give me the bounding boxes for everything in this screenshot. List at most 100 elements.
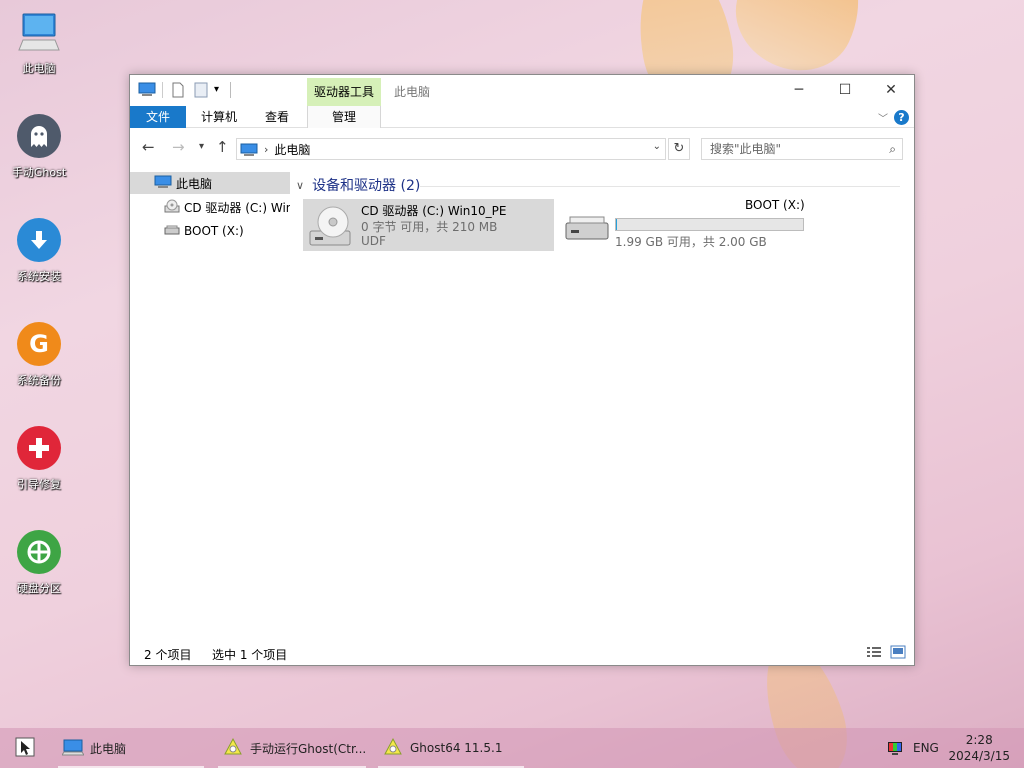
start-button[interactable]: [0, 728, 50, 768]
cd-drive-icon: [164, 199, 180, 216]
navigation-bar: ← → ▾ ↑ › 此电脑 ⌄ ↻ 搜索"此电脑" ⌕: [130, 129, 914, 165]
address-history-chevron-icon[interactable]: ⌄: [653, 141, 661, 152]
explorer-window: ▾ 驱动器工具 此电脑 ─ ☐ ✕ 文件 计算机 查看 管理 ﹀ ? ← → ▾…: [129, 74, 915, 666]
desktop-icon-label: 引导修复: [17, 478, 61, 491]
refresh-button[interactable]: ↻: [668, 138, 690, 160]
cd-drive-icon: [307, 205, 353, 250]
taskbar-item-this-pc[interactable]: 此电脑: [56, 728, 206, 768]
desktop-icon-boot-repair[interactable]: 引导修复: [8, 426, 70, 492]
drive-filesystem-text: UDF: [361, 234, 386, 248]
taskbar: 此电脑 手动运行Ghost(Ctr... Ghost64 11.5.1 ENG …: [0, 728, 1024, 768]
up-arrow-icon[interactable]: ↑: [216, 138, 229, 156]
input-language-indicator[interactable]: ENG: [913, 728, 939, 768]
clock-date: 2024/3/15: [948, 749, 1010, 763]
search-placeholder: 搜索"此电脑": [710, 142, 782, 156]
taskbar-item-label: 此电脑: [90, 741, 127, 756]
search-input[interactable]: 搜索"此电脑" ⌕: [701, 138, 903, 160]
window-title: 此电脑: [394, 85, 431, 99]
tab-manage[interactable]: 管理: [307, 106, 381, 128]
ghost-icon: [17, 114, 61, 158]
customize-qa-dropdown-icon[interactable]: ▾: [214, 84, 219, 100]
title-bar: ▾ 驱动器工具 此电脑 ─ ☐ ✕: [130, 75, 914, 106]
qa-separator: [162, 82, 163, 98]
close-button[interactable]: ✕: [868, 75, 914, 105]
desktop-icon-manual-ghost[interactable]: 手动Ghost: [8, 114, 70, 180]
tab-file[interactable]: 文件: [130, 106, 186, 128]
status-selected-count: 选中 1 个项目: [212, 648, 288, 662]
nav-item-label: 此电脑: [176, 176, 213, 191]
backup-g-icon: G: [17, 322, 61, 366]
computer-icon: [154, 175, 172, 191]
details-view-icon[interactable]: [866, 645, 882, 662]
nav-item-label: CD 驱动器 (C:) Win: [184, 200, 290, 215]
collapse-chevron-icon[interactable]: ∨: [296, 179, 304, 192]
breadcrumb-chevron-icon[interactable]: ›: [264, 143, 268, 156]
repair-plus-icon: [17, 426, 61, 470]
taskbar-item-ghost64[interactable]: Ghost64 11.5.1: [376, 728, 526, 768]
maximize-button[interactable]: ☐: [822, 75, 868, 105]
computer-icon: [17, 10, 61, 54]
properties-icon[interactable]: [194, 82, 208, 98]
taskbar-item-label: 手动运行Ghost(Ctr...: [250, 741, 367, 756]
drive-icon: [564, 215, 610, 244]
desktop-icon-label: 手动Ghost: [11, 166, 67, 179]
drive-usage-bar: [615, 218, 804, 231]
drive-usage-fill: [616, 219, 617, 230]
desktop-icon-label: 此电脑: [22, 62, 56, 75]
tab-view[interactable]: 查看: [252, 106, 302, 128]
desktop-icon-disk-partition[interactable]: 硬盘分区: [8, 530, 70, 596]
start-icon: [15, 737, 35, 760]
group-header-label: 设备和驱动器 (2): [312, 178, 421, 194]
expand-ribbon-chevron-icon[interactable]: ﹀: [878, 110, 888, 125]
large-icons-view-icon[interactable]: [890, 645, 906, 662]
status-bar: 2 个项目 选中 1 个项目: [130, 641, 914, 665]
recent-locations-chevron-icon[interactable]: ▾: [199, 141, 204, 152]
nav-item-label: BOOT (X:): [184, 224, 244, 238]
content-pane: ∨ 设备和驱动器 (2) CD 驱动器 (C:) Win10_PE 0 字节 可…: [290, 172, 910, 634]
drive-space-text: 0 字节 可用，共 210 MB: [361, 220, 498, 234]
ribbon-tabs: 文件 计算机 查看 管理 ﹀ ?: [130, 106, 914, 128]
contextual-tab-group-drive-tools: 驱动器工具: [307, 78, 381, 106]
navigation-pane: 此电脑 CD 驱动器 (C:) Win BOOT (X:): [130, 172, 290, 634]
drive-tile-boot[interactable]: BOOT (X:) 1.99 GB 可用，共 2.00 GB: [562, 198, 822, 251]
computer-icon: [61, 738, 85, 759]
display-tray-icon[interactable]: [887, 728, 903, 768]
drive-tile-cd[interactable]: CD 驱动器 (C:) Win10_PE 0 字节 可用，共 210 MB UD…: [303, 199, 554, 251]
forward-arrow-icon[interactable]: →: [172, 138, 185, 156]
desktop-icon-label: 系统安装: [17, 270, 61, 283]
new-document-icon[interactable]: [172, 82, 184, 98]
clock-time: 2:28: [965, 733, 993, 747]
nav-item-this-pc[interactable]: 此电脑: [130, 172, 290, 194]
qa-separator: [230, 82, 231, 98]
drive-name: CD 驱动器 (C:) Win10_PE: [361, 204, 507, 218]
help-icon[interactable]: ?: [894, 110, 909, 125]
taskbar-item-manual-ghost[interactable]: 手动运行Ghost(Ctr...: [216, 728, 368, 768]
desktop-icon-system-install[interactable]: 系统安装: [8, 218, 70, 284]
minimize-button[interactable]: ─: [776, 75, 822, 105]
download-arrow-icon: [17, 218, 61, 262]
ghost-app-icon: [222, 736, 244, 761]
computer-icon: [240, 143, 258, 156]
taskbar-item-label: Ghost64 11.5.1: [410, 741, 503, 755]
search-icon: ⌕: [889, 142, 896, 156]
status-item-count: 2 个项目: [144, 648, 192, 662]
drive-space-text: 1.99 GB 可用，共 2.00 GB: [615, 235, 767, 249]
drive-icon: [164, 224, 180, 238]
ghost-app-icon: [382, 736, 404, 761]
group-header[interactable]: ∨ 设备和驱动器 (2): [296, 175, 420, 195]
desktop-icon-label: 硬盘分区: [17, 582, 61, 595]
desktop-icon-label: 系统备份: [17, 374, 61, 387]
back-arrow-icon[interactable]: ←: [142, 138, 155, 156]
nav-item-boot-drive[interactable]: BOOT (X:): [130, 220, 290, 242]
address-bar[interactable]: › 此电脑 ⌄: [236, 138, 666, 160]
window-computer-icon: [138, 82, 156, 98]
drive-name: BOOT (X:): [745, 198, 805, 212]
breadcrumb-this-pc[interactable]: 此电脑: [274, 141, 310, 158]
tab-computer[interactable]: 计算机: [190, 106, 248, 128]
desktop-icon-system-backup[interactable]: G 系统备份: [8, 322, 70, 388]
desktop-icon-this-pc[interactable]: 此电脑: [8, 10, 70, 76]
clock[interactable]: 2:28 2024/3/15: [948, 732, 1010, 764]
group-divider: [420, 186, 900, 187]
partition-icon: [17, 530, 61, 574]
nav-item-cd-drive[interactable]: CD 驱动器 (C:) Win: [130, 196, 290, 218]
